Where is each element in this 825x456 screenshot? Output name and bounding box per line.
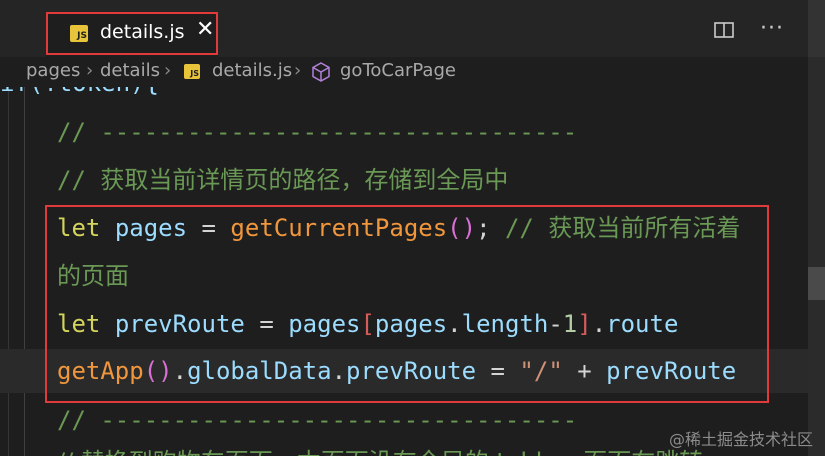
breadcrumb-item-details[interactable]: details — [100, 60, 160, 81]
breadcrumb-separator: › — [86, 60, 94, 81]
indent-guide — [24, 87, 25, 456]
watermark: @稀土掘金技术社区 — [668, 430, 813, 449]
code-line-partial: if(!token){ — [0, 87, 159, 97]
breadcrumb-item-symbol[interactable]: goToCarPage — [340, 60, 456, 81]
vertical-scrollbar[interactable] — [808, 0, 825, 456]
method-cube-icon — [312, 62, 330, 82]
code-line-globaldata: getApp().globalData.prevRoute = "/" + pr… — [57, 357, 737, 385]
javascript-file-icon: JS — [184, 64, 200, 79]
code-line-comment-divider: // --------------------------------- — [57, 406, 578, 434]
scrollbar-thumb[interactable] — [808, 267, 825, 300]
code-line-pages: let pages = getCurrentPages(); // 获取当前所有… — [57, 214, 741, 242]
breadcrumb-item-pages[interactable]: pages — [26, 60, 80, 81]
breadcrumb-separator: › — [164, 60, 172, 81]
code-line-comment-partial: // 替换到购物车页面，本页面没有全局的 tabbar 页面在跳转 — [57, 447, 703, 456]
scrollbar-top — [808, 0, 825, 57]
code-line-prevroute: let prevRoute = pages[pages.length-1].ro… — [57, 310, 679, 338]
breadcrumb: pages › details › JS details.js › goToCa… — [0, 57, 808, 87]
tab-details-js[interactable]: JS details.js ✕ — [46, 12, 218, 57]
breadcrumb-item-file[interactable]: details.js — [212, 60, 292, 81]
editor-tab-bar: JS details.js ✕ ··· — [0, 0, 808, 57]
more-actions-icon[interactable]: ··· — [760, 16, 784, 41]
indent-guide — [8, 87, 9, 456]
split-editor-icon[interactable] — [714, 22, 734, 38]
close-icon[interactable]: ✕ — [196, 19, 214, 41]
code-line-comment: // 获取当前详情页的路径，存储到全局中 — [57, 166, 509, 194]
code-line-wrap: 的页面 — [57, 262, 129, 290]
code-line-comment-divider: // --------------------------------- — [57, 118, 578, 146]
javascript-file-icon: JS — [70, 25, 88, 42]
code-editor[interactable]: if(!token){ // -------------------------… — [0, 87, 808, 456]
tab-label: details.js — [100, 21, 185, 43]
breadcrumb-separator: › — [294, 60, 302, 81]
